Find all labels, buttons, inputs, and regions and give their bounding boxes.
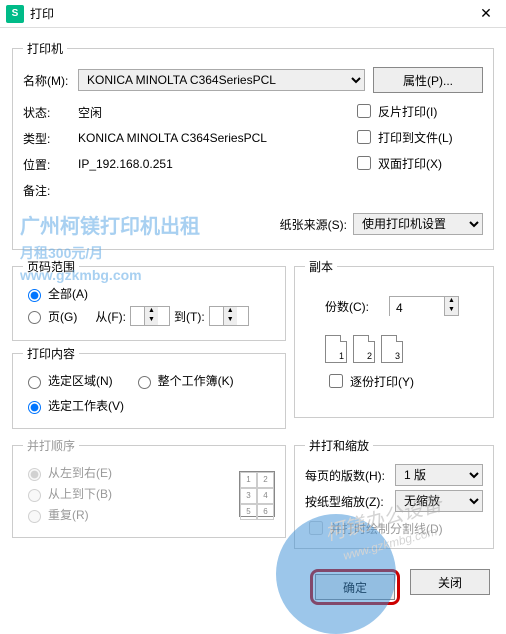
status-label: 状态: (23, 104, 78, 121)
type-value: KONICA MINOLTA C364SeriesPCL (78, 131, 267, 145)
app-icon: S (6, 5, 24, 23)
copies-input[interactable]: ▲▼ (389, 296, 459, 316)
range-legend: 页码范围 (23, 258, 79, 275)
name-label: 名称(M): (23, 72, 78, 89)
to-input[interactable]: ▲▼ (209, 306, 249, 326)
perpage-select[interactable]: 1 版 (395, 464, 483, 486)
what-legend: 打印内容 (23, 345, 79, 362)
where-value: IP_192.168.0.251 (78, 157, 173, 171)
what-group: 打印内容 选定区域(N) 整个工作簿(K) 选定工作表(V) (12, 345, 286, 429)
what-sheet-radio[interactable]: 选定工作表(V) (23, 397, 275, 414)
order-group: 并打顺序 从左到右(E) 从上到下(B) 重复(R) 123456 (12, 437, 286, 538)
status-value: 空闲 (78, 104, 102, 121)
what-selection-radio[interactable]: 选定区域(N) (23, 372, 113, 389)
range-pages-radio[interactable]: 页(G) (23, 308, 77, 325)
what-workbook-radio[interactable]: 整个工作簿(K) (133, 372, 234, 389)
copies-legend: 副本 (305, 258, 337, 275)
drawline-checkbox: 并打时绘制分割线(D) (305, 518, 483, 538)
order-tb-radio: 从上到下(B) (23, 485, 239, 502)
close-icon[interactable]: ✕ (466, 5, 506, 22)
range-all-radio[interactable]: 全部(A) (23, 285, 275, 302)
printer-group: 打印机 名称(M): KONICA MINOLTA C364SeriesPCL … (12, 40, 494, 250)
perpage-label: 每页的版数(H): (305, 467, 395, 484)
page-icon: 2 (353, 335, 375, 363)
scale-group: 并打和缩放 每页的版数(H): 1 版 按纸型缩放(Z): 无缩放 并打时绘制分… (294, 437, 494, 549)
from-input[interactable]: ▲▼ (130, 306, 170, 326)
duplex-checkbox[interactable]: 双面打印(X) (353, 153, 483, 173)
tofile-checkbox[interactable]: 打印到文件(L) (353, 127, 483, 147)
cancel-button[interactable]: 关闭 (410, 569, 490, 595)
page-icon: 1 (325, 335, 347, 363)
order-legend: 并打顺序 (23, 437, 79, 454)
order-lr-radio: 从左到右(E) (23, 464, 239, 481)
printer-legend: 打印机 (23, 40, 67, 57)
window-title: 打印 (30, 5, 466, 22)
reverse-checkbox[interactable]: 反片打印(I) (353, 101, 483, 121)
scale-legend: 并打和缩放 (305, 437, 373, 454)
where-label: 位置: (23, 156, 78, 173)
fit-label: 按纸型缩放(Z): (305, 493, 395, 510)
collate-checkbox[interactable]: 逐份打印(Y) (325, 371, 483, 391)
fit-select[interactable]: 无缩放 (395, 490, 483, 512)
copies-label: 份数(C): (325, 298, 369, 315)
properties-button[interactable]: 属性(P)... (373, 67, 483, 93)
type-label: 类型: (23, 130, 78, 147)
to-label: 到(T): (174, 308, 205, 325)
from-label: 从(F): (95, 308, 126, 325)
ok-button[interactable]: 确定 (315, 574, 395, 600)
page-icon: 3 (381, 335, 403, 363)
range-group: 页码范围 全部(A) 页(G) 从(F): ▲▼ 到(T): ▲▼ (12, 258, 286, 341)
printer-select[interactable]: KONICA MINOLTA C364SeriesPCL (78, 69, 365, 91)
order-repeat-radio: 重复(R) (23, 506, 239, 523)
source-label: 纸张来源(S): (280, 216, 347, 233)
order-preview-icon: 123456 (239, 471, 275, 517)
comment-label: 备注: (23, 182, 78, 199)
source-select[interactable]: 使用打印机设置 (353, 213, 483, 235)
copies-group: 副本 份数(C): ▲▼ 1 2 3 逐份打印(Y) (294, 258, 494, 418)
